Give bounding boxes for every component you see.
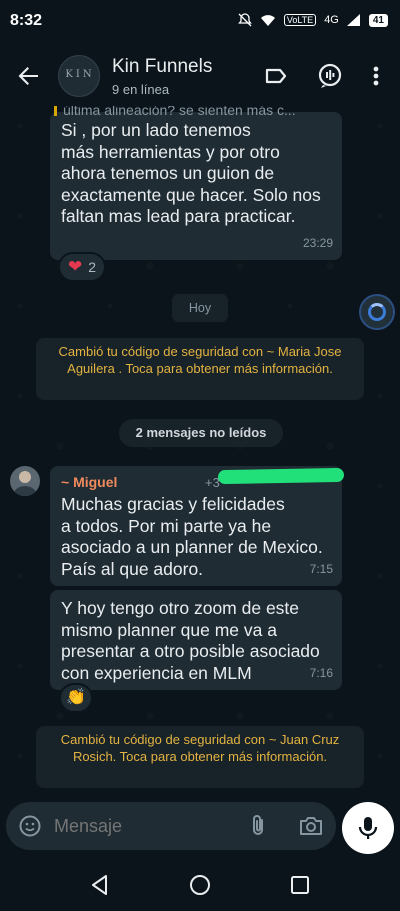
more-vert-icon[interactable] [362, 62, 390, 90]
nav-home-icon[interactable] [188, 873, 212, 897]
message-text: Y hoy tengo otro zoom de este mismo plan… [61, 598, 320, 683]
message-time: 7:16 [309, 665, 333, 680]
message-time: 23:29 [302, 235, 333, 250]
system-nav-bar [0, 858, 400, 911]
security-code-notice[interactable]: Cambió tu código de seguridad con ~ Mari… [36, 338, 364, 400]
sender-name[interactable]: ~ Miguel [61, 472, 117, 494]
status-bar: 8:32 VoLTE 4G 41 [0, 0, 400, 44]
status-time: 8:32 [10, 12, 43, 29]
mute-icon [238, 13, 252, 27]
avatar-logo: KIN [65, 69, 95, 80]
reaction-badge[interactable]: 👏 [59, 683, 93, 713]
quoted-message[interactable]: última alineación? se sienten más c... [54, 106, 334, 116]
redaction-marker [217, 467, 345, 485]
wifi-icon [260, 14, 275, 26]
label-icon[interactable] [262, 62, 290, 90]
message-bubble[interactable]: ~ Miguel +3 Muchas gracias y felicidades… [50, 466, 345, 586]
back-arrow-icon[interactable] [14, 62, 42, 90]
message-list[interactable]: última alineación? se sienten más c... S… [0, 106, 400, 798]
date-divider: Hoy [172, 294, 228, 322]
reaction-badge[interactable]: ❤ 2 [58, 252, 107, 282]
sticker-icon[interactable] [18, 814, 42, 838]
message-bubble[interactable]: última alineación? se sienten más c... S… [50, 106, 342, 260]
clap-icon: 👏 [66, 689, 86, 706]
composer [0, 798, 400, 858]
chat-header: KIN Kin Funnels 9 en línea [0, 44, 400, 106]
message-bubble[interactable]: Y hoy tengo otro zoom de este mismo plan… [50, 590, 342, 690]
assistant-ring-icon [368, 303, 386, 321]
mic-icon [358, 817, 378, 839]
security-code-notice[interactable]: Cambió tu código de seguridad con ~ Juan… [36, 726, 364, 788]
group-avatar[interactable]: KIN [58, 55, 100, 97]
message-text: Si , por un lado tenemos más herramienta… [61, 120, 321, 226]
chat-subtitle: 9 en línea [112, 82, 170, 97]
ai-assistant-button[interactable] [359, 294, 395, 330]
mic-button[interactable] [342, 802, 394, 854]
message-time: 7:15 [309, 561, 333, 576]
message-text: Muchas gracias y felicidades a todos. Po… [61, 494, 323, 579]
battery-indicator: 41 [368, 13, 388, 27]
attach-icon[interactable] [246, 814, 270, 838]
sender-avatar[interactable] [10, 466, 40, 496]
person-icon [13, 471, 37, 496]
message-input-container [6, 802, 336, 850]
message-input[interactable] [54, 815, 234, 837]
camera-icon[interactable] [298, 814, 324, 838]
signal-icon [346, 14, 360, 26]
reaction-count: 2 [88, 259, 97, 275]
nav-recents-icon[interactable] [288, 873, 312, 897]
chat-title[interactable]: Kin Funnels [112, 56, 212, 78]
status-icons: VoLTE 4G 41 [238, 13, 388, 27]
volte-badge: VoLTE [283, 14, 317, 26]
nav-back-icon[interactable] [88, 873, 112, 897]
unread-divider: 2 mensajes no leídos [119, 419, 283, 447]
network-type: 4G [324, 14, 339, 26]
call-add-icon[interactable] [316, 62, 344, 90]
heart-icon: ❤ [68, 257, 83, 276]
